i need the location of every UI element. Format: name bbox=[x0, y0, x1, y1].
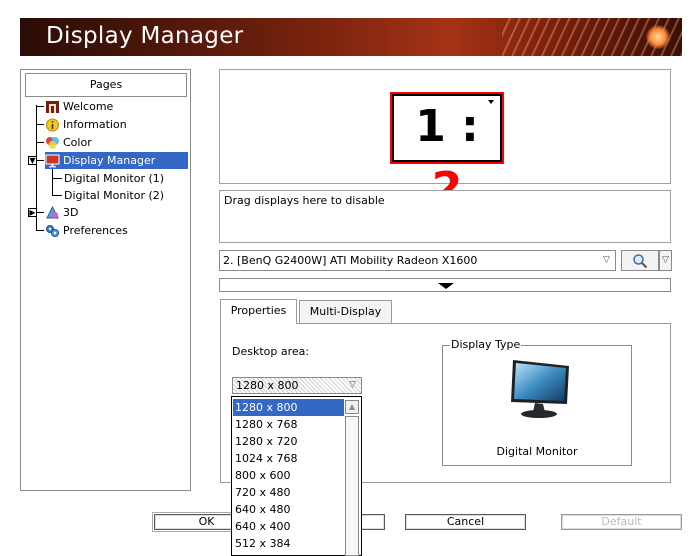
tree-connector bbox=[36, 230, 44, 231]
pages-header: Pages bbox=[25, 73, 187, 97]
badge-dropdown-icon[interactable] bbox=[488, 100, 494, 104]
monitor-badge[interactable]: 1 : 2 bbox=[390, 92, 504, 214]
display-select-value: 2. [BenQ G2400W] ATI Mobility Radeon X16… bbox=[223, 254, 478, 267]
tree-connector bbox=[36, 212, 44, 213]
tree-item-label: Welcome bbox=[63, 100, 114, 113]
tree-item-3d[interactable]: 3D bbox=[45, 204, 78, 221]
expand-collapse-bar[interactable] bbox=[219, 278, 671, 292]
resolution-select-value: 1280 x 800 bbox=[236, 379, 299, 392]
default-button[interactable]: Default bbox=[561, 514, 682, 530]
disable-drop-hint: Drag displays here to disable bbox=[224, 194, 385, 207]
tree-connector bbox=[36, 142, 44, 143]
triangle-down-icon bbox=[438, 283, 454, 289]
resolution-option[interactable]: 512 x 384 bbox=[233, 535, 344, 552]
info-icon bbox=[45, 118, 60, 132]
disable-drop-area[interactable]: Drag displays here to disable bbox=[219, 190, 671, 243]
display-type-group: Display Type Digital Monitor bbox=[442, 338, 632, 466]
collapse-toggle[interactable]: ▼ bbox=[28, 156, 37, 165]
tab-multi-display[interactable]: Multi-Display bbox=[299, 300, 392, 323]
scroll-up-button[interactable] bbox=[345, 400, 359, 414]
header-banner: Display Manager bbox=[20, 18, 682, 56]
cancel-button[interactable]: Cancel bbox=[405, 514, 526, 530]
welcome-icon bbox=[45, 100, 60, 114]
display-type-value: Digital Monitor bbox=[496, 445, 578, 458]
tab-label: Properties bbox=[230, 304, 287, 317]
tree-connector bbox=[52, 168, 53, 196]
display-type-legend: Display Type bbox=[450, 338, 522, 351]
tree-item-digital-monitor-1[interactable]: Digital Monitor (1) bbox=[64, 170, 164, 187]
ok-button-label: OK bbox=[198, 515, 215, 528]
monitor-badge-screen: 1 : 2 bbox=[394, 96, 500, 214]
tree-item-label: Information bbox=[63, 118, 127, 131]
resolution-option[interactable]: 1280 x 800 bbox=[233, 399, 344, 416]
display-select[interactable]: 2. [BenQ G2400W] ATI Mobility Radeon X16… bbox=[219, 250, 616, 271]
list-scrollbar[interactable] bbox=[345, 398, 359, 556]
identify-button[interactable] bbox=[621, 250, 659, 271]
display-manager-icon bbox=[45, 154, 60, 168]
page-title: Display Manager bbox=[46, 23, 244, 49]
resolution-dropdown-list[interactable]: 1280 x 800 1280 x 768 1280 x 720 1024 x … bbox=[231, 396, 362, 556]
tree-item-label: Display Manager bbox=[63, 154, 156, 167]
resolution-option[interactable]: 720 x 480 bbox=[233, 484, 344, 501]
chevron-down-icon: ▽ bbox=[662, 255, 669, 265]
tree-item-color[interactable]: Color bbox=[45, 134, 92, 151]
resolution-option[interactable]: 640 x 480 bbox=[233, 501, 344, 518]
desktop-area-label: Desktop area: bbox=[232, 345, 310, 358]
flat-panel-monitor-icon bbox=[511, 360, 569, 418]
tree-item-label: Preferences bbox=[63, 224, 128, 237]
tree-item-display-manager[interactable]: Display Manager bbox=[45, 152, 188, 169]
display-arrangement-area[interactable]: 1 : 2 bbox=[219, 69, 671, 214]
resolution-option[interactable]: 1280 x 720 bbox=[233, 433, 344, 450]
chevron-down-icon: ▽ bbox=[603, 255, 610, 265]
tree-connector bbox=[36, 106, 44, 107]
chevron-down-icon: ▽ bbox=[349, 380, 356, 390]
tree-item-digital-monitor-2[interactable]: Digital Monitor (2) bbox=[64, 187, 164, 204]
banner-glow bbox=[646, 25, 670, 49]
tree-item-label: 3D bbox=[63, 206, 79, 219]
tab-properties[interactable]: Properties bbox=[220, 299, 297, 324]
tree-item-label: Color bbox=[63, 136, 92, 149]
resolution-option[interactable]: 640 x 400 bbox=[233, 518, 344, 535]
triangle-up-icon bbox=[349, 404, 355, 410]
tree-item-label: Digital Monitor (2) bbox=[64, 189, 165, 202]
color-icon bbox=[45, 136, 60, 150]
expand-toggle[interactable]: ▶ bbox=[28, 208, 37, 217]
tree-connector bbox=[36, 160, 44, 161]
cancel-button-label: Cancel bbox=[446, 515, 485, 528]
tree-connector bbox=[52, 178, 62, 179]
tree-item-welcome[interactable]: Welcome bbox=[45, 98, 113, 115]
resolution-option[interactable]: 800 x 600 bbox=[233, 467, 344, 484]
preferences-icon bbox=[45, 224, 60, 238]
pages-tree-panel: Pages Welcome Information Color ▼ Displa… bbox=[20, 69, 191, 491]
default-button-label: Default bbox=[601, 515, 642, 528]
tree-connector bbox=[36, 124, 44, 125]
resolution-option[interactable]: 1024 x 768 bbox=[233, 450, 344, 467]
monitor-number-left: 1 bbox=[415, 101, 446, 152]
tab-label: Multi-Display bbox=[309, 305, 382, 318]
monitor-separator: : bbox=[461, 101, 479, 152]
tree-item-label: Digital Monitor (1) bbox=[64, 172, 165, 185]
tree-connector bbox=[52, 195, 62, 196]
tree-item-information[interactable]: Information bbox=[45, 116, 127, 133]
resolution-option[interactable]: 1280 x 768 bbox=[233, 416, 344, 433]
identify-dropdown-button[interactable]: ▽ bbox=[659, 250, 672, 271]
3d-icon bbox=[45, 205, 60, 220]
scroll-thumb[interactable] bbox=[345, 416, 359, 556]
magnifier-icon bbox=[633, 254, 648, 269]
tree-item-preferences[interactable]: Preferences bbox=[45, 222, 128, 239]
resolution-select[interactable]: 1280 x 800 ▽ bbox=[232, 377, 362, 394]
